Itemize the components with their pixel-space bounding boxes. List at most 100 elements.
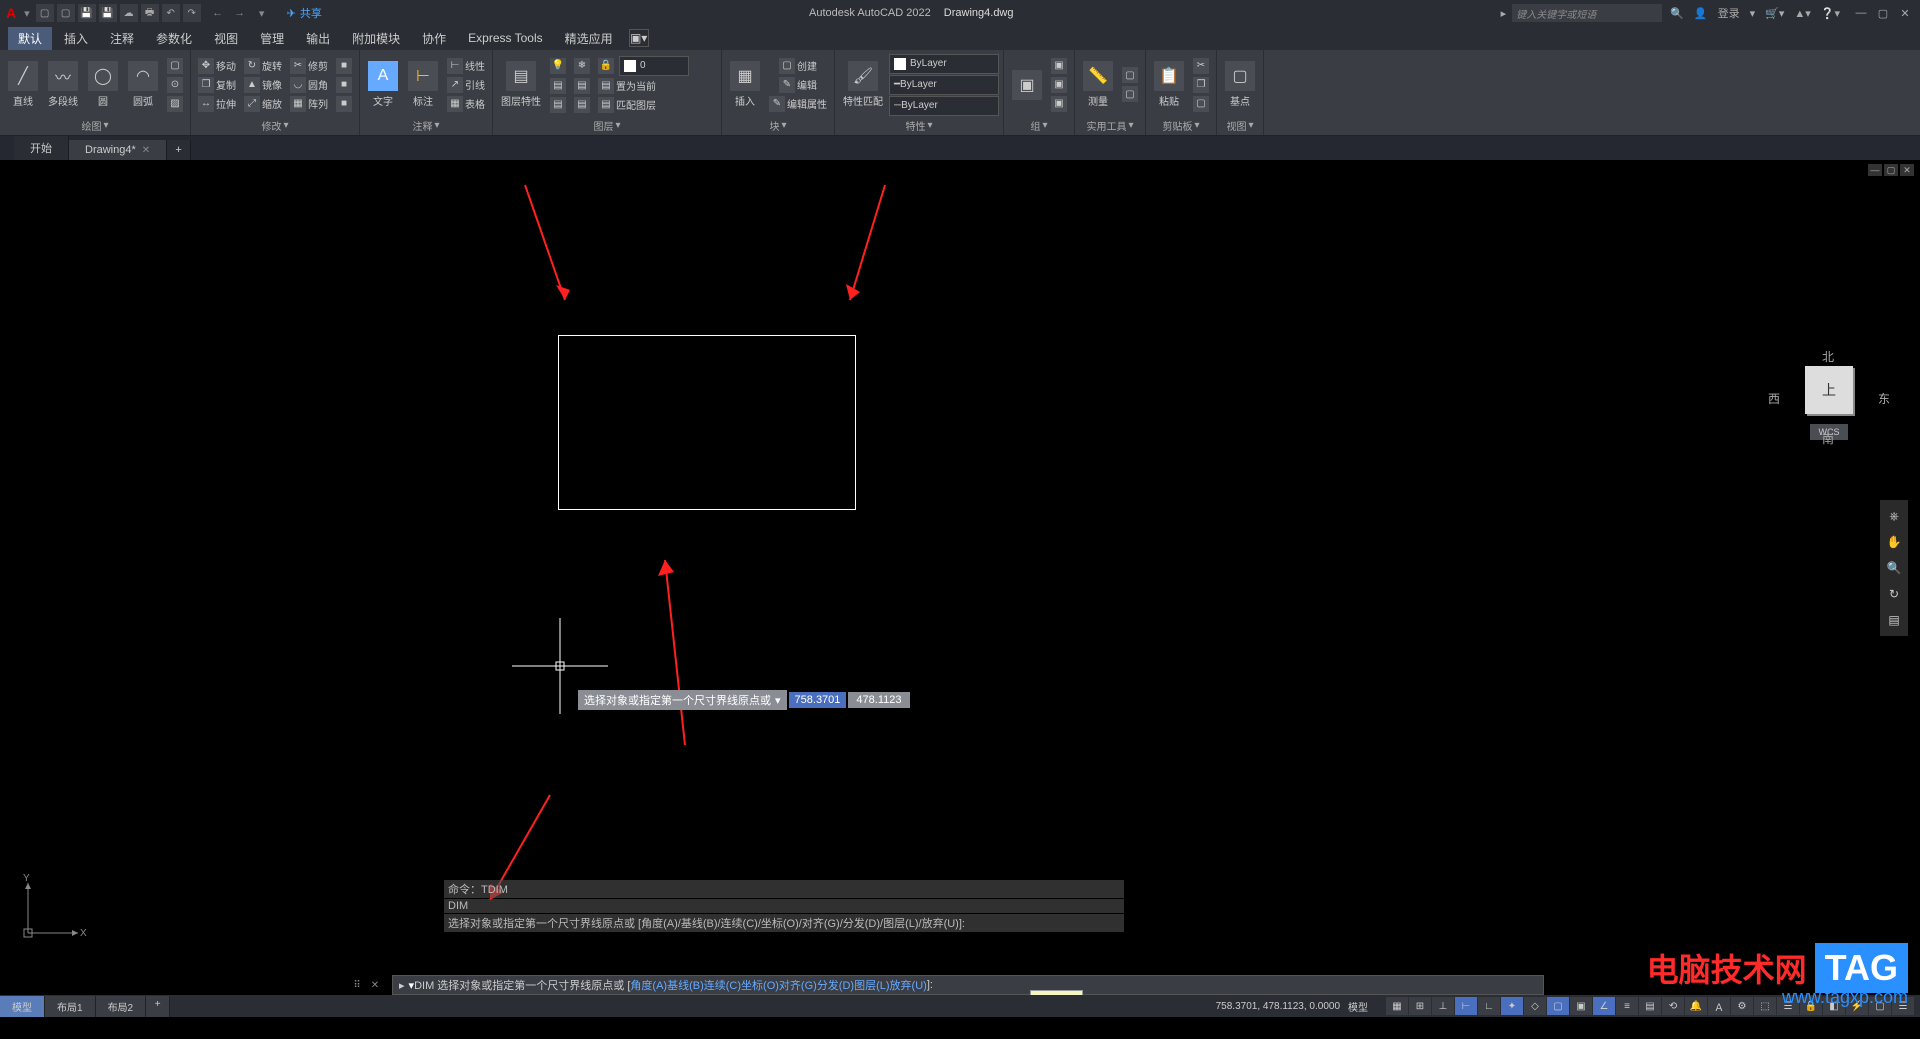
clip-b3[interactable]: ▢	[1190, 95, 1212, 113]
color-combo[interactable]: ByLayer	[889, 54, 999, 74]
doctab-start[interactable]: 开始	[14, 136, 69, 160]
tab-default[interactable]: 默认	[8, 27, 52, 50]
layer-btn1[interactable]: ▤	[547, 77, 569, 95]
clip-b2[interactable]: ❐	[1190, 76, 1212, 94]
layer-setcur[interactable]: ▤置为当前	[595, 77, 659, 95]
search-input[interactable]: 键入关键字或短语	[1512, 4, 1662, 22]
tab-collaborate[interactable]: 协作	[412, 27, 456, 50]
tab-output[interactable]: 输出	[296, 27, 340, 50]
modify-misc2[interactable]: ■	[333, 76, 355, 94]
leader-button[interactable]: ↗引线	[444, 76, 488, 94]
app-menu-dropdown[interactable]: ▾	[24, 7, 30, 20]
lweight-combo[interactable]: ━ ByLayer	[889, 75, 999, 95]
sb-clean-icon[interactable]: ▢	[1869, 997, 1891, 1015]
edit-block[interactable]: ✎编辑	[766, 76, 830, 94]
ribbon-collapse-icon[interactable]: ▣▾	[629, 29, 649, 47]
qat-redo-icon[interactable]: ↷	[183, 4, 201, 22]
scale-button[interactable]: ⤢缩放	[241, 95, 285, 113]
view-close-icon[interactable]: ✕	[1900, 164, 1914, 176]
cmd-close-icon[interactable]: ✕	[367, 977, 383, 993]
layer-combo[interactable]: 0	[619, 56, 689, 76]
ltype-combo[interactable]: ─ ByLayer	[889, 96, 999, 116]
layerprops-button[interactable]: ▤图层特性	[497, 59, 545, 110]
sb-qp-icon[interactable]: ☰	[1777, 997, 1799, 1015]
tab-parametric[interactable]: 参数化	[146, 27, 202, 50]
util-b1[interactable]: ▢	[1119, 66, 1141, 84]
sb-ortho-icon[interactable]: ∟	[1478, 997, 1500, 1015]
propsmatch-button[interactable]: 🖌特性匹配	[839, 59, 887, 110]
qat-dropdown-icon[interactable]: ▾	[251, 4, 273, 22]
sb-cycle-icon[interactable]: ⟲	[1662, 997, 1684, 1015]
stretch-button[interactable]: ↔拉伸	[195, 95, 239, 113]
search-icon[interactable]: 🔍	[1670, 7, 1684, 20]
measure-button[interactable]: 📏测量	[1079, 59, 1117, 110]
tab-view[interactable]: 视图	[204, 27, 248, 50]
sb-3dosnap-icon[interactable]: ▣	[1570, 997, 1592, 1015]
qat-undo-icon[interactable]: ↶	[162, 4, 180, 22]
cmd-opt-g[interactable]: 对齐(G)	[779, 977, 817, 993]
cmd-opt-a[interactable]: 角度(A)	[630, 977, 667, 993]
viewcube-east[interactable]: 东	[1878, 390, 1890, 407]
sb-grid-icon[interactable]: ▦	[1386, 997, 1408, 1015]
copy-button[interactable]: ❐复制	[195, 76, 239, 94]
cmd-opt-u[interactable]: 放弃(U)	[890, 977, 927, 993]
layer-toggle2[interactable]: ❄	[571, 56, 593, 76]
draw-misc2[interactable]: ⊙	[164, 76, 186, 94]
nav-zoom-icon[interactable]: 🔍	[1882, 556, 1906, 580]
qat-save-icon[interactable]: 💾	[78, 4, 96, 22]
sb-units-icon[interactable]: ⬚	[1754, 997, 1776, 1015]
edit-attrs[interactable]: ✎编辑属性	[766, 95, 830, 113]
linear-button[interactable]: ⊢线性	[444, 57, 488, 75]
layout-tab-model[interactable]: 模型	[0, 996, 45, 1017]
qat-new-icon[interactable]: ▢	[36, 4, 54, 22]
layer-btn2[interactable]: ▤	[571, 77, 593, 95]
doctab-close-icon[interactable]: ✕	[142, 145, 150, 156]
command-line[interactable]: ⠿✕ ▸ ▾ DIM 选择对象或指定第一个尺寸界线原点或 [ 角度(A) 基线(…	[392, 975, 1544, 995]
layer-toggle1[interactable]: 💡	[547, 56, 569, 76]
sb-annomon-icon[interactable]: 🔔	[1685, 997, 1707, 1015]
tab-insert[interactable]: 插入	[54, 27, 98, 50]
drawing-canvas[interactable]: — ▢ ✕ 选择对象或指定第一个尺寸界线原点或▾ 758.3701 478.11…	[0, 160, 1920, 995]
base-button[interactable]: ▢基点	[1221, 59, 1259, 110]
cmd-grip-icon[interactable]: ⠿	[349, 977, 365, 993]
table-button[interactable]: ▦表格	[444, 95, 488, 113]
layer-btn4[interactable]: ▤	[571, 96, 593, 114]
arc-button[interactable]: ◠圆弧	[124, 59, 162, 110]
sb-infer-icon[interactable]: ⊥	[1432, 997, 1454, 1015]
modify-misc3[interactable]: ■	[333, 95, 355, 113]
sb-osnap-icon[interactable]: ▢	[1547, 997, 1569, 1015]
sb-otrack-icon[interactable]: ∠	[1593, 997, 1615, 1015]
forward-icon[interactable]: →	[229, 4, 251, 22]
draw-misc1[interactable]: ▢	[164, 57, 186, 75]
sb-workspace-icon[interactable]: ⚙	[1731, 997, 1753, 1015]
sb-annoscale-icon[interactable]: Ａ	[1708, 997, 1730, 1015]
login-dropdown-icon[interactable]: ▾	[1750, 7, 1756, 20]
layer-btn3[interactable]: ▤	[547, 96, 569, 114]
cmd-opt-l[interactable]: 图层(L)	[854, 977, 889, 993]
tab-addins[interactable]: 附加模块	[342, 27, 410, 50]
sb-custom-icon[interactable]: ☰	[1892, 997, 1914, 1015]
cmd-opt-d[interactable]: 分发(D)	[817, 977, 854, 993]
back-icon[interactable]: ←	[207, 4, 229, 22]
dynamic-x-value[interactable]: 758.3701	[789, 692, 847, 708]
cmd-opt-b[interactable]: 基线(B)	[667, 977, 704, 993]
help-icon[interactable]: ❔▾	[1821, 7, 1840, 20]
rotate-button[interactable]: ↻旋转	[241, 57, 285, 75]
viewcube-north[interactable]: 北	[1822, 348, 1834, 365]
paste-button[interactable]: 📋粘贴	[1150, 59, 1188, 110]
polyline-button[interactable]: 〰多段线	[44, 59, 82, 110]
autodesk-icon[interactable]: ▲▾	[1794, 7, 1810, 20]
circle-button[interactable]: ◯圆	[84, 59, 122, 110]
sb-snap-icon[interactable]: ⊞	[1409, 997, 1431, 1015]
tab-annotate[interactable]: 注释	[100, 27, 144, 50]
move-button[interactable]: ✥移动	[195, 57, 239, 75]
qat-saveas-icon[interactable]: 💾	[99, 4, 117, 22]
trim-button[interactable]: ✂修剪	[287, 57, 331, 75]
view-minimize-icon[interactable]: —	[1868, 164, 1882, 176]
sb-polar-icon[interactable]: ✦	[1501, 997, 1523, 1015]
create-block[interactable]: ▢创建	[766, 57, 830, 75]
viewcube-west[interactable]: 西	[1768, 390, 1780, 407]
insert-button[interactable]: ▦插入	[726, 59, 764, 110]
info-icon[interactable]: ▸	[1501, 7, 1507, 20]
layout-tab-2[interactable]: 布局2	[96, 996, 147, 1017]
